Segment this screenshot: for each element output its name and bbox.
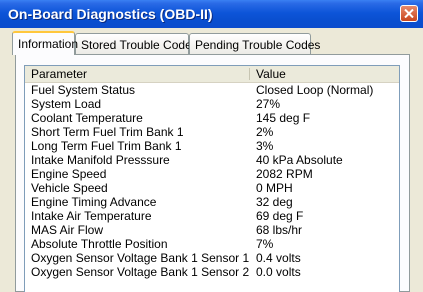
list-item[interactable]: Coolant Temperature 145 deg F	[25, 111, 399, 125]
parameter-cell: MAS Air Flow	[31, 223, 104, 237]
parameter-list[interactable]: Parameter Value Fuel System Status Closed…	[24, 65, 400, 292]
value-cell: 68 lbs/hr	[256, 223, 303, 237]
tab-pending-trouble-codes[interactable]: Pending Trouble Codes	[189, 33, 320, 54]
list-item[interactable]: Oxygen Sensor Voltage Bank 1 Sensor 1 0.4…	[25, 251, 399, 265]
tab-information-label: Information	[18, 37, 79, 51]
list-item[interactable]: Absolute Throttle Position 7%	[25, 237, 399, 251]
parameter-cell: Absolute Throttle Position	[31, 237, 168, 251]
tab-information[interactable]: Information	[12, 31, 79, 55]
parameter-cell: Fuel System Status	[31, 83, 136, 97]
value-cell: 3%	[256, 139, 274, 153]
value-cell: 27%	[256, 97, 281, 111]
obd-window: On-Board Diagnostics (OBD-II) Informatio…	[0, 0, 423, 292]
list-item[interactable]: MAS Air Flow 68 lbs/hr	[25, 223, 399, 237]
value-cell: 0.0 volts	[256, 265, 301, 279]
value-cell: 32 deg	[256, 195, 293, 209]
list-item[interactable]: Engine Speed 2082 RPM	[25, 167, 399, 181]
column-header-parameter[interactable]: Parameter	[25, 66, 249, 82]
parameter-cell: Intake Air Temperature	[31, 209, 152, 223]
list-item[interactable]: Fuel System Status Closed Loop (Normal)	[25, 83, 399, 97]
parameter-cell: Coolant Temperature	[31, 111, 143, 125]
value-cell: 145 deg F	[256, 111, 311, 125]
list-item[interactable]: Oxygen Sensor Voltage Bank 1 Sensor 2 0.0…	[25, 265, 399, 279]
list-item[interactable]: Engine Timing Advance 32 deg	[25, 195, 399, 209]
tab-pending-trouble-codes-label: Pending Trouble Codes	[195, 38, 321, 52]
value-cell: 2%	[256, 125, 274, 139]
tab-stored-trouble-codes[interactable]: Stored Trouble Codes	[75, 33, 198, 54]
value-cell: 0 MPH	[256, 181, 293, 195]
column-header-value[interactable]: Value	[250, 66, 399, 82]
title-bar[interactable]: On-Board Diagnostics (OBD-II)	[0, 0, 423, 28]
value-cell: 40 kPa Absolute	[256, 153, 343, 167]
list-item[interactable]: Intake Manifold Presssure 40 kPa Absolute	[25, 153, 399, 167]
list-item[interactable]: Vehicle Speed 0 MPH	[25, 181, 399, 195]
list-header: Parameter Value	[25, 66, 399, 83]
parameter-cell: Engine Timing Advance	[31, 195, 157, 209]
window-title: On-Board Diagnostics (OBD-II)	[8, 6, 213, 22]
parameter-cell: Intake Manifold Presssure	[31, 153, 170, 167]
parameter-cell: Oxygen Sensor Voltage Bank 1 Sensor 2	[31, 265, 250, 279]
list-rows: Fuel System Status Closed Loop (Normal) S…	[25, 83, 399, 279]
parameter-cell: Oxygen Sensor Voltage Bank 1 Sensor 1	[31, 251, 250, 265]
value-cell: Closed Loop (Normal)	[256, 83, 374, 97]
information-panel: Parameter Value Fuel System Status Closed…	[15, 54, 410, 292]
close-button[interactable]	[400, 5, 418, 22]
list-item[interactable]: System Load 27%	[25, 97, 399, 111]
parameter-cell: Short Term Fuel Trim Bank 1	[31, 125, 184, 139]
parameter-cell: Long Term Fuel Trim Bank 1	[31, 139, 182, 153]
value-cell: 7%	[256, 237, 274, 251]
parameter-cell: Engine Speed	[31, 167, 107, 181]
list-item[interactable]: Long Term Fuel Trim Bank 1 3%	[25, 139, 399, 153]
list-item[interactable]: Intake Air Temperature 69 deg F	[25, 209, 399, 223]
parameter-cell: System Load	[31, 97, 102, 111]
parameter-cell: Vehicle Speed	[31, 181, 108, 195]
list-item[interactable]: Short Term Fuel Trim Bank 1 2%	[25, 125, 399, 139]
tab-stored-trouble-codes-label: Stored Trouble Codes	[81, 38, 198, 52]
close-icon	[404, 9, 414, 18]
value-cell: 0.4 volts	[256, 251, 301, 265]
value-cell: 2082 RPM	[256, 167, 313, 181]
value-cell: 69 deg F	[256, 209, 304, 223]
